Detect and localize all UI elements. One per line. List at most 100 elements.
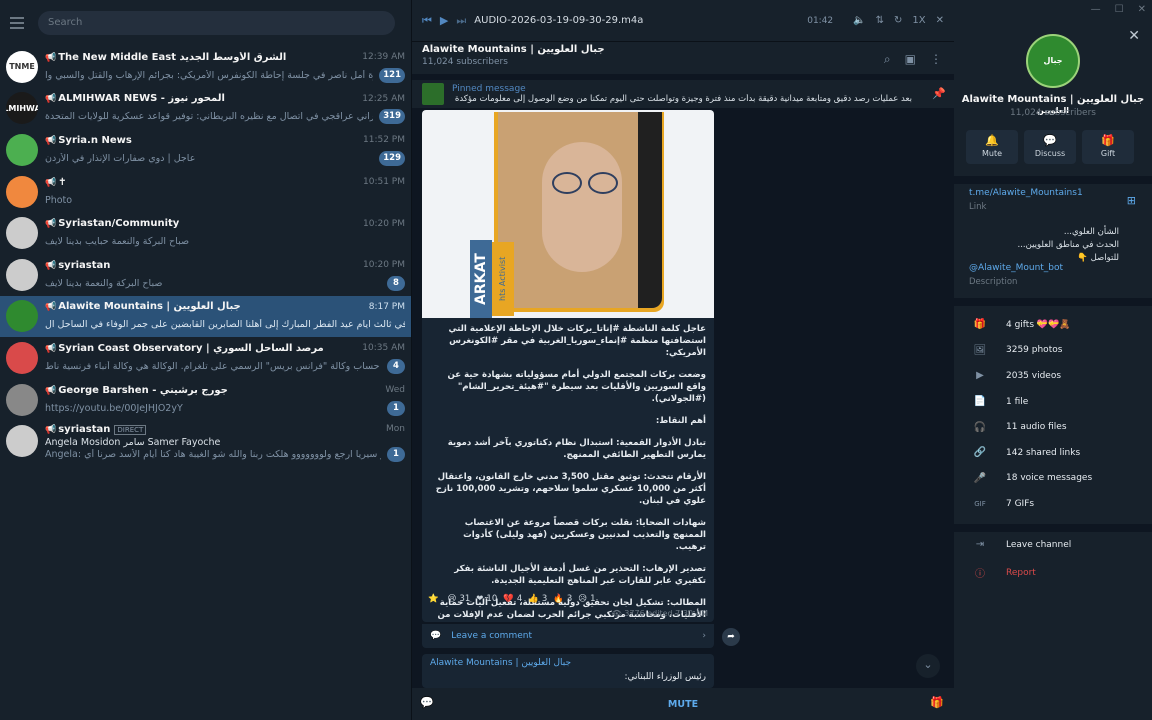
- bot-link[interactable]: @Alawite_Mount_bot: [969, 263, 1063, 273]
- link-label: Link: [969, 202, 987, 212]
- avatar: [6, 425, 38, 458]
- chat-title: 📢 Syria.n News: [45, 135, 132, 146]
- gift-icon[interactable]: 🎁: [930, 696, 944, 709]
- chat-list-item[interactable]: 📢 Syriastan/Community 10:20 PM صباح البركة …: [0, 212, 411, 254]
- discussion-icon[interactable]: 💬: [420, 696, 434, 709]
- chat-list-item[interactable]: 📢 ✝ 10:51 PM Photo: [0, 171, 411, 213]
- chat-title: 📢 Syriastan/Community: [45, 218, 179, 229]
- chat-time: 10:51 PM: [363, 177, 405, 188]
- shared-media-item[interactable]: ▶ 2035 videos: [954, 363, 1152, 389]
- more-icon[interactable]: ⋮: [930, 52, 942, 67]
- leave-channel-button[interactable]: ⇥ Leave channel: [972, 539, 1071, 550]
- gift-icon: 🎁: [1101, 134, 1115, 147]
- channel-header[interactable]: Alawite Mountains | جبال العلويين 11,024…: [412, 42, 954, 74]
- chat-title-text: Alawite Mountains | جبال العلويين: [58, 301, 241, 313]
- report-label: Report: [1006, 567, 1036, 578]
- post-paragraph: الأرقام تتحدث: توثيق مقتل 3,500 مدني خار…: [435, 472, 706, 506]
- order-icon[interactable]: ⇅: [876, 15, 884, 26]
- menu-icon[interactable]: [10, 17, 26, 29]
- post-text: عاجل كلمة الناشطة #إناتا_بركات خلال الإح…: [422, 318, 714, 622]
- channel-link[interactable]: t.me/Alawite_Mountains1: [969, 188, 1083, 198]
- action-label: Discuss: [1034, 149, 1066, 158]
- minimize-icon[interactable]: —: [1091, 4, 1101, 15]
- channel-avatar[interactable]: جبال العلويين: [1026, 34, 1080, 115]
- megaphone-icon: 📢: [45, 177, 57, 188]
- reaction-chip[interactable]: 🔥 3: [553, 594, 572, 604]
- shared-media-item[interactable]: 🖼 3259 photos: [954, 338, 1152, 364]
- leave-label: Leave channel: [1006, 539, 1072, 550]
- shared-media-item[interactable]: 📄 1 file: [954, 389, 1152, 415]
- shared-media-label: 7 GIFs: [1006, 498, 1035, 509]
- chat-members: Angela Mosidon سامر Samer Fayoche: [45, 437, 221, 449]
- report-button[interactable]: ⓘ Report: [972, 565, 1036, 581]
- reaction-count: 10: [486, 594, 498, 604]
- shared-media-label: 142 shared links: [1006, 447, 1081, 458]
- reaction-chip[interactable]: ❤ 10: [476, 594, 497, 604]
- leave-comment-button[interactable]: 💬 Leave a comment ›: [422, 624, 714, 648]
- search-input[interactable]: Search: [38, 11, 395, 35]
- search-icon[interactable]: ⌕: [884, 52, 891, 67]
- edited-time: edited 7:30 AM: [647, 609, 708, 618]
- chat-list-item[interactable]: 📢 Syrian Coast Observatory | مرصد الساحل …: [0, 337, 411, 379]
- shared-media-item[interactable]: 🎧 11 audio files: [954, 414, 1152, 440]
- reaction-chip[interactable]: 😥 1: [578, 594, 595, 604]
- reaction-emoji: ❤: [476, 594, 484, 604]
- chat-time: 12:25 AM: [362, 93, 405, 104]
- playback-speed[interactable]: 1X: [912, 15, 925, 26]
- chat-list-item[interactable]: 📢 George Barshen - جورج برشيني Wed https://…: [0, 379, 411, 421]
- post-video-thumbnail[interactable]: ARKAT hts Activist: [422, 110, 714, 318]
- chat-preview: صباح البركة والنعمة بدينا لايف: [45, 277, 163, 289]
- maximize-icon[interactable]: ☐: [1115, 4, 1124, 15]
- reaction-chip[interactable]: 👍 3: [528, 594, 547, 604]
- shared-media-label: 18 voice messages: [1006, 473, 1093, 484]
- pinned-message-bar[interactable]: Pinned message بعد عمليات رصد دقيق ومتاب…: [412, 80, 954, 108]
- chat-list-item[interactable]: 📢 syriastan 10:20 PM صباح البركة والنعمة بد…: [0, 254, 411, 296]
- mute-button[interactable]: 🔔 Mute: [966, 130, 1018, 164]
- mute-button[interactable]: MUTE: [668, 699, 698, 710]
- reaction-chip[interactable]: ⭐: [428, 594, 442, 604]
- forward-icon[interactable]: ➦: [722, 628, 740, 646]
- chat-list-item[interactable]: TNME 📢 The New Middle East الشرق الأوسط ال…: [0, 46, 411, 88]
- chat-list-item[interactable]: 📢 syriastan DIRECT Mon Angela Mosidon سامر S…: [0, 420, 411, 463]
- views-icon: 👁: [611, 609, 622, 618]
- shared-media-item[interactable]: 🔗 142 shared links: [954, 440, 1152, 466]
- chat-list-item[interactable]: 📢 Alawite Mountains | جبال العلويين 8:17 P…: [0, 295, 411, 338]
- chat-time: 10:20 PM: [363, 218, 405, 229]
- reaction-chip[interactable]: 😢 31: [448, 594, 471, 604]
- close-player-icon[interactable]: ✕: [936, 15, 944, 26]
- reaction-chip[interactable]: 💔 4: [503, 594, 522, 604]
- post-paragraph: عاجل كلمة الناشطة #إناتا_بركات خلال الإح…: [448, 324, 706, 358]
- unread-badge: 121: [379, 67, 405, 83]
- channel-actions: 🔔 Mute 💬 Discuss 🎁 Gift: [966, 130, 1134, 164]
- media-caption-role: hts Activist: [492, 242, 514, 316]
- reaction-emoji: 💔: [503, 594, 514, 604]
- qr-code-icon[interactable]: ⊞: [1127, 194, 1136, 207]
- next-track-icon[interactable]: ⏭: [456, 14, 466, 28]
- chat-list-sidebar: Search TNME 📢 The New Middle East الشرق ال…: [0, 0, 412, 720]
- shared-media-item[interactable]: GIF 7 GIFs: [954, 491, 1152, 517]
- megaphone-icon: 📢: [45, 302, 57, 313]
- volume-icon[interactable]: 🔈: [853, 15, 865, 26]
- repeat-icon[interactable]: ↻: [894, 15, 902, 26]
- gift-button[interactable]: 🎁 Gift: [1082, 130, 1134, 164]
- shared-media-item[interactable]: 🎤 18 voice messages: [954, 466, 1152, 492]
- window-close-icon[interactable]: ✕: [1138, 4, 1146, 15]
- chat-time: Wed: [385, 385, 405, 396]
- chat-list-item[interactable]: 📢 Syria.n News 11:52 PM عاجل | دوي صفارات ا…: [0, 129, 411, 171]
- play-icon[interactable]: ▶: [440, 14, 448, 27]
- discuss-button[interactable]: 💬 Discuss: [1024, 130, 1076, 164]
- channel-subscribers: 11,024 subscribers: [422, 57, 508, 67]
- megaphone-icon: 📢: [45, 94, 57, 105]
- megaphone-icon: 📢: [45, 260, 57, 271]
- avatar: [6, 258, 38, 291]
- pin-list-icon[interactable]: 📌: [932, 87, 946, 100]
- scroll-down-icon[interactable]: ⌄: [916, 654, 940, 678]
- sidebar-toggle-icon[interactable]: ▣: [905, 52, 916, 67]
- chat-list-item[interactable]: ALMIHWAR 📢ALMIHWAR NEWS - المحور نيوز 12:2…: [0, 88, 411, 130]
- shared-media-item[interactable]: 🎁 4 gifts 💝💝🧸: [954, 312, 1152, 338]
- pinned-label: Pinned message: [452, 84, 526, 94]
- close-icon[interactable]: ✕: [1128, 28, 1140, 44]
- previous-track-icon[interactable]: ⏮: [422, 14, 432, 28]
- avatar: [6, 341, 38, 374]
- post-paragraph: أهم النقاط:: [655, 416, 706, 426]
